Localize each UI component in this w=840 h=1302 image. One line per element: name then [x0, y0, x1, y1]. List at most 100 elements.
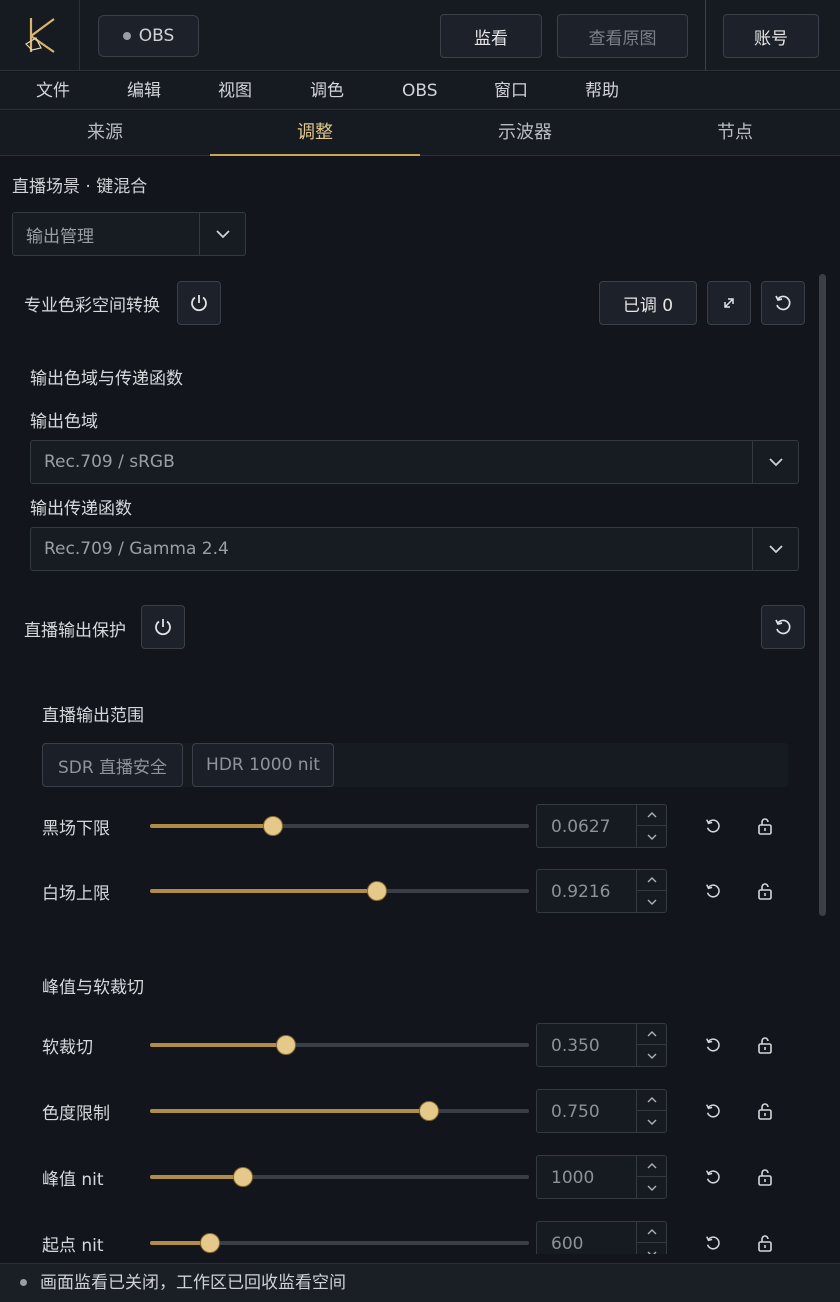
- slider-label: 峰值 nit: [42, 1170, 104, 1190]
- menu-help[interactable]: 帮助: [585, 72, 619, 110]
- app-logo: [22, 14, 60, 56]
- preset-sdr-button[interactable]: SDR 直播安全: [42, 743, 183, 787]
- status-text: 画面监看已关闭，工作区已回收监看空间: [40, 1273, 346, 1293]
- slider-track[interactable]: [150, 881, 529, 901]
- unlock-icon[interactable]: [754, 815, 776, 837]
- number-input[interactable]: 0.9216: [536, 869, 667, 913]
- increment-arrow-icon[interactable]: [637, 1090, 666, 1111]
- slider-thumb[interactable]: [199, 1233, 220, 1253]
- scrollbar[interactable]: [819, 274, 826, 916]
- reset-icon: [775, 295, 791, 311]
- status-dot-icon: [20, 1279, 27, 1286]
- number-input[interactable]: 0.0627: [536, 804, 667, 848]
- protect-section-title: 直播输出保护: [24, 621, 126, 641]
- slider-thumb[interactable]: [418, 1101, 439, 1121]
- slider-track[interactable]: [150, 1035, 529, 1055]
- decrement-arrow-icon[interactable]: [637, 1111, 666, 1132]
- protect-power-toggle[interactable]: [141, 605, 185, 649]
- unlock-icon[interactable]: [754, 880, 776, 902]
- account-label: 账号: [754, 28, 788, 49]
- slider-track[interactable]: [150, 816, 529, 836]
- unlock-icon[interactable]: [754, 1100, 776, 1122]
- slider-label: 白场上限: [42, 884, 110, 904]
- power-icon: [155, 619, 171, 636]
- peak-group-title: 峰值与软裁切: [42, 978, 144, 998]
- slider-label: 色度限制: [42, 1104, 110, 1124]
- adjusted-count-button[interactable]: 已调 0: [599, 281, 697, 325]
- decrement-arrow-icon[interactable]: [637, 826, 666, 847]
- tab-nodes[interactable]: 节点: [630, 111, 840, 156]
- number-input[interactable]: 0.750: [536, 1089, 667, 1133]
- output-select[interactable]: 输出管理: [12, 212, 246, 256]
- view-original-button[interactable]: 查看原图: [557, 14, 688, 58]
- tab-adjust[interactable]: 调整: [210, 111, 420, 156]
- panel-tabs: 来源 调整 示波器 节点: [0, 111, 840, 156]
- slider-track[interactable]: [150, 1233, 529, 1253]
- menu-view[interactable]: 视图: [218, 72, 252, 110]
- unlock-icon[interactable]: [754, 1034, 776, 1056]
- expand-icon: [724, 298, 734, 308]
- reset-icon[interactable]: [702, 1034, 724, 1056]
- reset-icon[interactable]: [702, 1100, 724, 1122]
- spinner: [636, 1024, 666, 1066]
- slider-thumb[interactable]: [232, 1167, 253, 1187]
- number-input[interactable]: 1000: [536, 1155, 667, 1199]
- account-button[interactable]: 账号: [723, 14, 819, 58]
- increment-arrow-icon[interactable]: [637, 1156, 666, 1177]
- menu-window[interactable]: 窗口: [494, 72, 528, 110]
- monitor-button[interactable]: 监看: [440, 14, 542, 58]
- slider-label: 软裁切: [42, 1038, 93, 1058]
- increment-arrow-icon[interactable]: [637, 1024, 666, 1045]
- reset-icon[interactable]: [702, 880, 724, 902]
- reset-icon[interactable]: [702, 815, 724, 837]
- colorspace-reset-button[interactable]: [761, 281, 805, 325]
- reset-icon[interactable]: [702, 1166, 724, 1188]
- unlock-icon[interactable]: [754, 1166, 776, 1188]
- tab-source[interactable]: 来源: [0, 111, 210, 156]
- gamut-select[interactable]: Rec.709 / sRGB: [30, 440, 799, 484]
- content-clip: [0, 1254, 840, 1263]
- number-input[interactable]: 0.350: [536, 1023, 667, 1067]
- reset-icon[interactable]: [702, 1232, 724, 1254]
- slider-fill: [150, 889, 378, 893]
- tab-scopes[interactable]: 示波器: [420, 111, 630, 156]
- slider-track[interactable]: [150, 1167, 529, 1187]
- increment-arrow-icon[interactable]: [637, 1222, 666, 1243]
- range-group-title: 直播输出范围: [42, 706, 144, 726]
- menu-grade[interactable]: 调色: [310, 72, 344, 110]
- top-bar: OBS 监看 查看原图 账号: [0, 0, 840, 71]
- number-value: 0.350: [551, 1036, 600, 1056]
- colorspace-power-toggle[interactable]: [177, 281, 221, 325]
- number-value: 0.9216: [551, 882, 611, 902]
- decrement-arrow-icon[interactable]: [637, 1177, 666, 1198]
- obs-status-button[interactable]: OBS: [98, 15, 199, 57]
- decrement-arrow-icon[interactable]: [637, 1045, 666, 1066]
- preset-hdr-button[interactable]: HDR 1000 nit: [192, 743, 334, 787]
- power-icon: [191, 295, 207, 312]
- decrement-arrow-icon[interactable]: [637, 891, 666, 912]
- transfer-select[interactable]: Rec.709 / Gamma 2.4: [30, 527, 799, 571]
- slider-track[interactable]: [150, 1101, 529, 1121]
- colorspace-section-title: 专业色彩空间转换: [24, 296, 160, 316]
- expand-button[interactable]: [707, 281, 751, 325]
- slider-thumb[interactable]: [276, 1035, 297, 1055]
- transfer-select-value: Rec.709 / Gamma 2.4: [44, 539, 229, 559]
- preset-hdr-label: HDR 1000 nit: [206, 755, 320, 775]
- menu-bar: 文件 编辑 视图 调色 OBS 窗口 帮助: [0, 72, 840, 110]
- menu-obs[interactable]: OBS: [402, 72, 438, 110]
- increment-arrow-icon[interactable]: [637, 805, 666, 826]
- protect-reset-button[interactable]: [761, 605, 805, 649]
- spinner: [636, 1090, 666, 1132]
- status-dot-icon: [122, 32, 131, 40]
- menu-edit[interactable]: 编辑: [127, 72, 161, 110]
- spinner: [636, 870, 666, 912]
- unlock-icon[interactable]: [754, 1232, 776, 1254]
- transfer-label: 输出传递函数: [30, 499, 132, 519]
- menu-file[interactable]: 文件: [36, 72, 70, 110]
- increment-arrow-icon[interactable]: [637, 870, 666, 891]
- slider-thumb[interactable]: [367, 881, 388, 901]
- reset-icon: [775, 619, 791, 635]
- view-original-label: 查看原图: [588, 28, 657, 49]
- obs-label: OBS: [138, 26, 175, 46]
- slider-thumb[interactable]: [263, 816, 284, 836]
